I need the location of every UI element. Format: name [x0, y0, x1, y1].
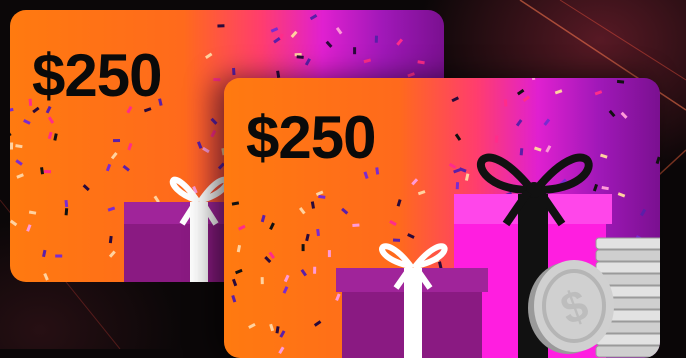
- gift-card-front[interactable]: $250 $: [224, 78, 660, 358]
- dollar-coin-icon: $: [224, 78, 660, 358]
